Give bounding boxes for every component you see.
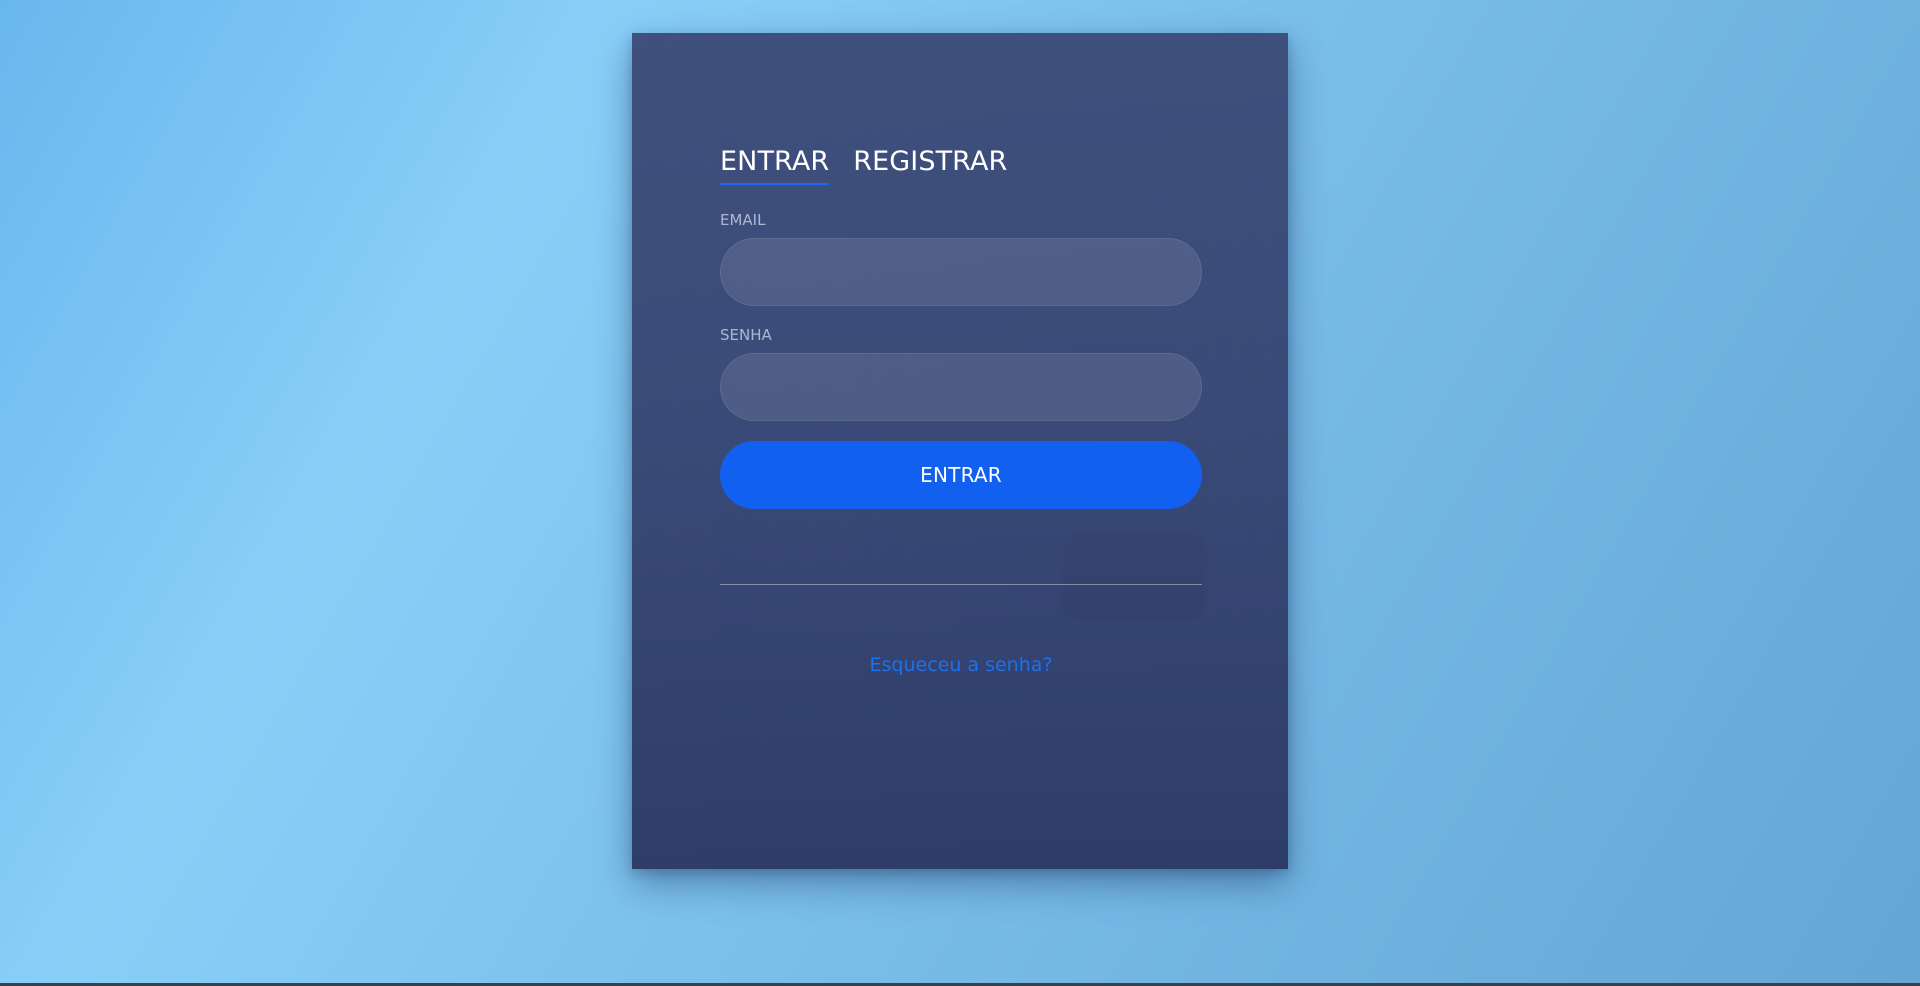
forgot-password-link[interactable]: Esqueceu a senha? — [720, 654, 1202, 676]
login-card: ENTRAR REGISTRAR EMAIL SENHA ENTRAR Esqu… — [632, 33, 1288, 869]
login-button[interactable]: ENTRAR — [720, 441, 1202, 509]
email-input[interactable] — [720, 238, 1202, 306]
password-input[interactable] — [720, 353, 1202, 421]
password-label: SENHA — [720, 326, 772, 344]
email-label: EMAIL — [720, 211, 766, 229]
login-form: ENTRAR REGISTRAR EMAIL SENHA ENTRAR Esqu… — [720, 146, 1202, 676]
tab-entrar[interactable]: ENTRAR — [720, 146, 830, 185]
tab-registrar[interactable]: REGISTRAR — [853, 146, 1007, 185]
form-divider — [720, 584, 1202, 585]
auth-tabs: ENTRAR REGISTRAR — [720, 146, 1202, 194]
